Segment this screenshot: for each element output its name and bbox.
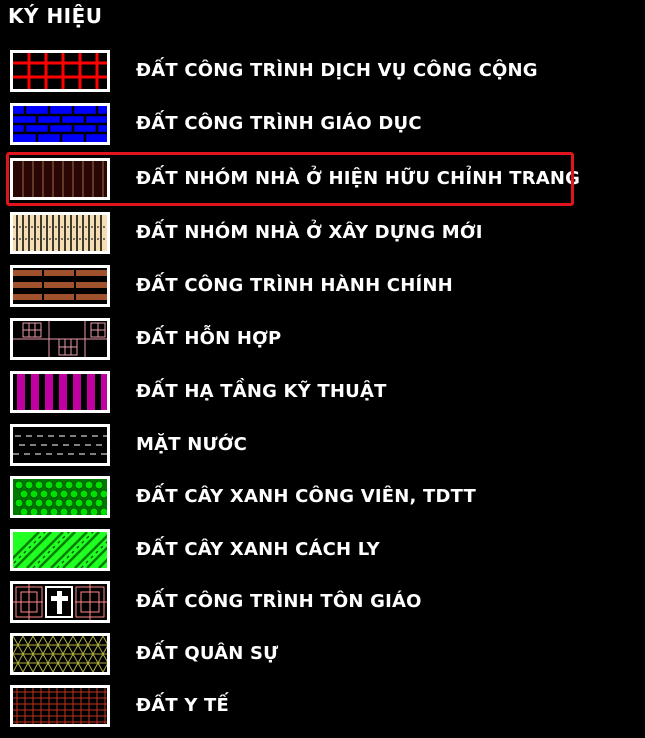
legend-item: ĐẤT CÂY XANH CÁCH LY <box>0 527 645 573</box>
legend-item-label: ĐẤT HỖN HỢP <box>136 328 282 349</box>
blue-brick-pattern-icon <box>10 103 110 145</box>
legend-item-label: ĐẤT NHÓM NHÀ Ở XÂY DỰNG MỚI <box>136 222 483 243</box>
dashed-water-icon <box>10 424 110 466</box>
red-grid-pattern-icon <box>10 50 110 92</box>
legend: ĐẤT CÔNG TRÌNH DỊCH VỤ CÔNG CỘNG ĐẤT CÔN… <box>0 0 645 738</box>
legend-item: ĐẤT CÔNG TRÌNH HÀNH CHÍNH <box>0 263 645 309</box>
green-diagonal-hatch-icon <box>10 529 110 571</box>
legend-item-label: ĐẤT CÔNG TRÌNH TÔN GIÁO <box>136 591 422 612</box>
legend-item-label: ĐẤT Y TẾ <box>136 695 230 716</box>
legend-item: ĐẤT CÔNG TRÌNH DỊCH VỤ CÔNG CỘNG <box>0 48 645 94</box>
legend-item-label: ĐẤT CÂY XANH CÔNG VIÊN, TDTT <box>136 486 476 507</box>
cross-religious-icon <box>10 581 110 623</box>
legend-item: ĐẤT HỖN HỢP <box>0 316 645 362</box>
legend-item: ĐẤT Y TẾ <box>0 683 645 729</box>
highlight-frame <box>6 152 574 206</box>
legend-item: ĐẤT CÂY XANH CÔNG VIÊN, TDTT <box>0 474 645 520</box>
legend-item-label: ĐẤT QUÂN SỰ <box>136 643 279 664</box>
magenta-vertical-stripes-icon <box>10 371 110 413</box>
red-fine-grid-icon <box>10 685 110 727</box>
brown-horizontal-stripes-icon <box>10 265 110 307</box>
legend-item: MẶT NƯỚC <box>0 422 645 468</box>
beige-vertical-stripes-icon <box>10 212 110 254</box>
legend-item-label: ĐẤT CÂY XANH CÁCH LY <box>136 539 380 560</box>
legend-item: ĐẤT NHÓM NHÀ Ở XÂY DỰNG MỚI <box>0 210 645 256</box>
legend-item-label: ĐẤT CÔNG TRÌNH DỊCH VỤ CÔNG CỘNG <box>136 60 538 81</box>
green-circles-pattern-icon <box>10 476 110 518</box>
legend-item: ĐẤT QUÂN SỰ <box>0 631 645 677</box>
legend-item-label: ĐẤT CÔNG TRÌNH GIÁO DỤC <box>136 113 422 134</box>
olive-triangle-pattern-icon <box>10 633 110 675</box>
legend-item: ĐẤT HẠ TẦNG KỸ THUẬT <box>0 369 645 415</box>
legend-item-label: ĐẤT CÔNG TRÌNH HÀNH CHÍNH <box>136 275 453 296</box>
legend-item: ĐẤT CÔNG TRÌNH GIÁO DỤC <box>0 101 645 147</box>
legend-item-label: MẶT NƯỚC <box>136 434 248 455</box>
pink-mixed-grid-icon <box>10 318 110 360</box>
legend-item: ĐẤT CÔNG TRÌNH TÔN GIÁO <box>0 579 645 625</box>
legend-item-label: ĐẤT HẠ TẦNG KỸ THUẬT <box>136 381 387 402</box>
